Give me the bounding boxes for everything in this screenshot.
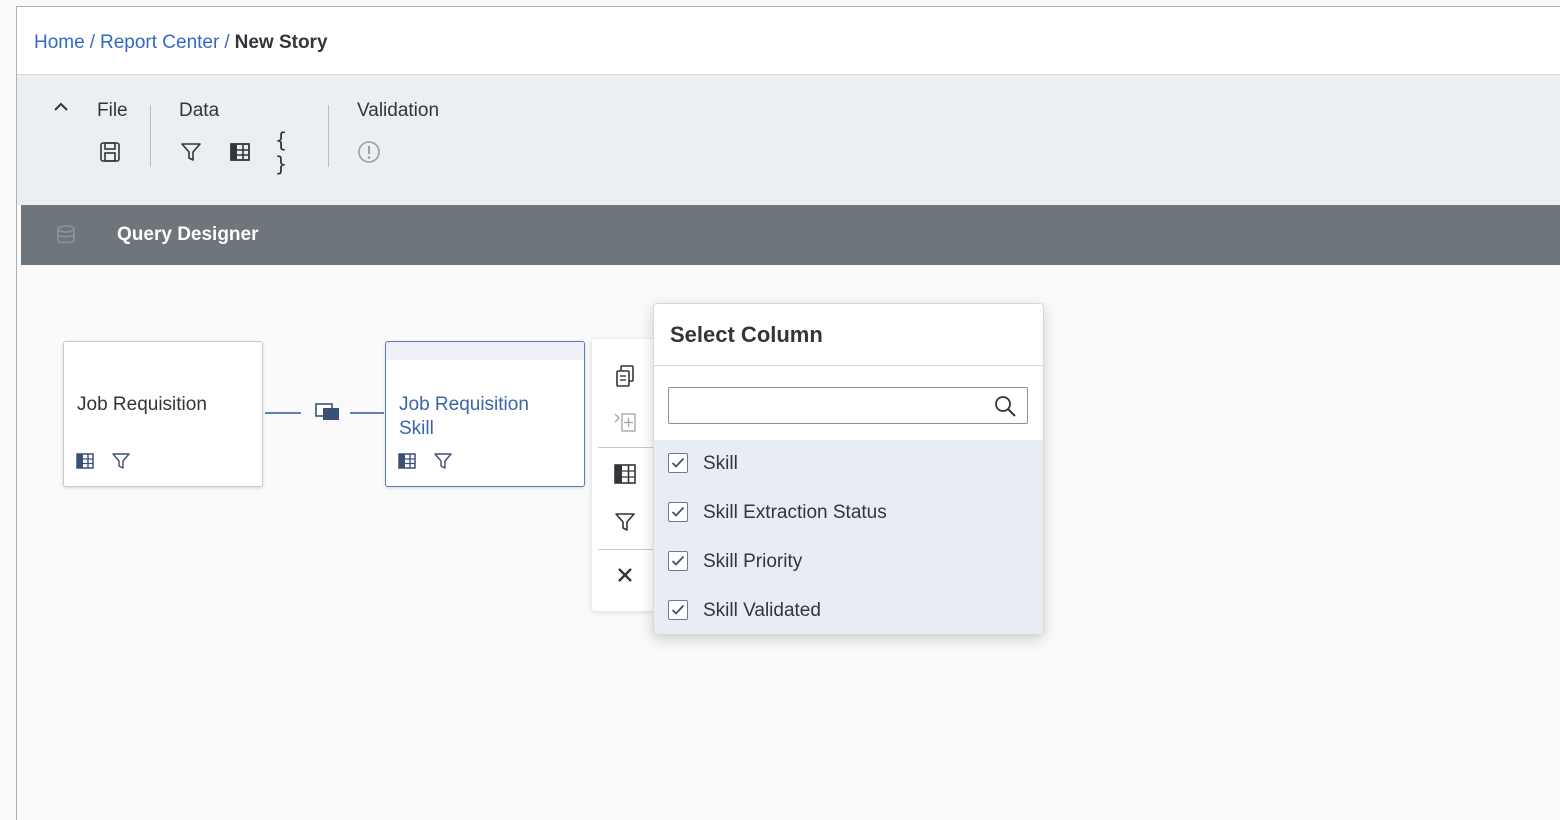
app-window: Home / Report Center / New Story File Data {… — [16, 6, 1560, 820]
list-item[interactable]: Skill Validated — [654, 587, 1043, 635]
breadcrumb-separator: / — [224, 32, 230, 53]
checkbox[interactable] — [668, 502, 688, 522]
search-input[interactable] — [675, 392, 979, 420]
breadcrumb-report-center-link[interactable]: Report Center — [100, 32, 219, 53]
node-icons — [76, 452, 130, 475]
filter-icon[interactable] — [612, 509, 638, 535]
filter-icon[interactable] — [112, 452, 130, 475]
toolbar-separator — [150, 105, 151, 167]
node-title: Job Requisition — [77, 394, 207, 415]
toolbar-separator — [328, 105, 329, 167]
breadcrumb-current-page: New Story — [234, 32, 328, 53]
breadcrumb-home-link[interactable]: Home — [34, 32, 85, 53]
join-icon[interactable] — [315, 402, 341, 422]
table-columns-icon[interactable] — [612, 461, 638, 487]
search-field — [668, 387, 1028, 424]
column-list: Skill Skill Extraction Status Skill Prio… — [654, 440, 1043, 634]
query-designer-header: Query Designer — [21, 205, 1560, 265]
breadcrumb: Home / Report Center / New Story — [34, 32, 328, 54]
save-icon[interactable] — [97, 139, 123, 165]
checkbox[interactable] — [668, 600, 688, 620]
exclamation-circle-icon[interactable] — [356, 139, 382, 165]
checkbox[interactable] — [668, 453, 688, 473]
node-header — [386, 342, 584, 360]
divider — [654, 365, 1043, 366]
database-icon — [55, 224, 77, 246]
section-title: Query Designer — [117, 224, 259, 245]
node-action-toolbar — [592, 339, 654, 611]
list-item[interactable]: Skill Extraction Status — [654, 489, 1043, 537]
list-item[interactable]: Skill — [654, 440, 1043, 488]
close-icon[interactable] — [612, 562, 638, 588]
node-icons — [398, 452, 452, 475]
filter-icon[interactable] — [434, 452, 452, 475]
list-item-label: Skill Priority — [703, 551, 803, 572]
toolbar-separator — [598, 447, 654, 448]
table-columns-icon[interactable] — [227, 139, 253, 165]
toolbar: File Data { } Validation — [17, 75, 1560, 205]
list-item-label: Skill Validated — [703, 600, 821, 621]
checkbox[interactable] — [668, 551, 688, 571]
toolbar-group-file-label: File — [97, 100, 128, 121]
copy-icon[interactable] — [612, 363, 638, 389]
toolbar-separator — [598, 549, 654, 550]
node-job-requisition[interactable]: Job Requisition — [63, 341, 263, 487]
list-item[interactable]: Skill Priority — [654, 538, 1043, 586]
search-icon[interactable] — [993, 394, 1017, 418]
connector-line — [350, 412, 384, 414]
popover-title: Select Column — [670, 322, 823, 347]
add-column-icon[interactable] — [612, 409, 638, 435]
list-item-label: Skill — [703, 453, 738, 474]
node-job-requisition-skill[interactable]: Job Requisition Skill — [385, 341, 585, 487]
node-title: Job Requisition — [399, 394, 529, 415]
connector-line — [265, 412, 301, 414]
filter-icon[interactable] — [178, 139, 204, 165]
table-columns-icon[interactable] — [398, 453, 416, 474]
toolbar-group-validation-label: Validation — [357, 100, 440, 121]
braces-icon[interactable]: { } — [275, 128, 305, 176]
list-item-label: Skill Extraction Status — [703, 502, 887, 523]
breadcrumb-separator: / — [89, 32, 95, 53]
toolbar-group-data-label: Data — [179, 100, 220, 121]
table-columns-icon[interactable] — [76, 453, 94, 474]
chevron-up-icon[interactable] — [51, 97, 71, 117]
select-column-popover: Select Column Skill Skill Extraction Sta… — [653, 303, 1044, 635]
node-title-line2: Skill — [399, 418, 434, 439]
top-bar: Home / Report Center / New Story — [17, 7, 1560, 75]
